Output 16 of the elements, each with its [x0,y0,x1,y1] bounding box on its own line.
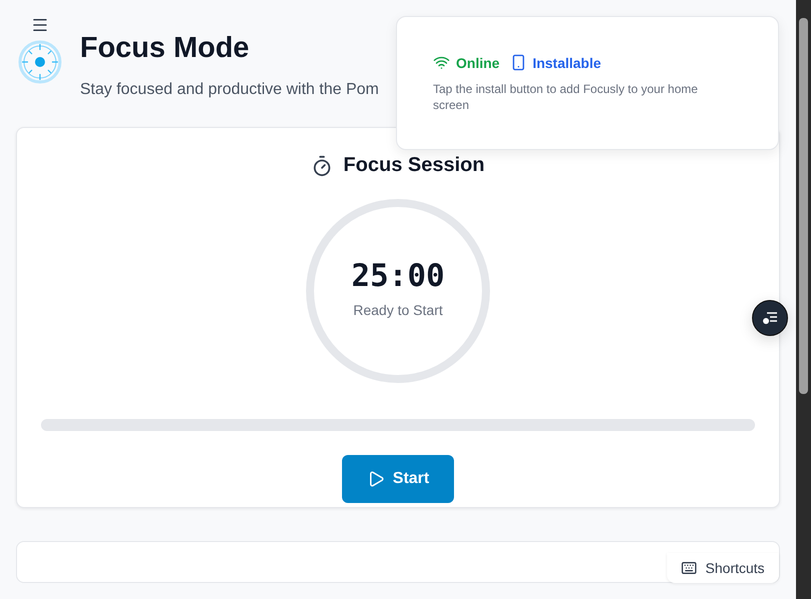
start-button[interactable]: Start [342,455,454,503]
scrollbar-thumb[interactable] [799,18,808,394]
install-hint: Tap the install button to add Focusly to your home screen [433,81,699,113]
page-subtitle: Stay focused and productive with the Pom [80,81,379,99]
target-logo-icon [18,40,62,84]
installable-status: Installable [532,54,602,70]
timer-display: 25:00 [351,258,445,294]
list-icon [762,311,778,325]
keyboard-icon [681,560,698,576]
online-status: Online [456,54,500,70]
scrollbar[interactable] [796,0,811,599]
shortcuts-button[interactable]: Shortcuts [667,553,779,583]
timer-status: Ready to Start [353,302,443,318]
page-title: Focus Mode [80,32,250,65]
session-title: Focus Session [343,154,485,177]
menu-button[interactable] [31,16,49,34]
